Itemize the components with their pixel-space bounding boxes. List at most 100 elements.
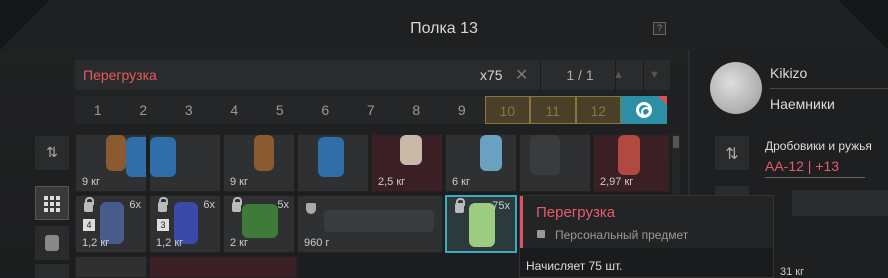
- armor-icon: [150, 137, 176, 177]
- tooltip-subtitle: Персональный предмет: [555, 228, 689, 242]
- item-cell-selected[interactable]: 75x: [445, 195, 517, 253]
- player-name: Kikizo: [770, 65, 808, 81]
- item-weight: 9 кг: [230, 176, 248, 188]
- tab-2[interactable]: 2: [120, 96, 166, 124]
- lock-icon: [84, 197, 94, 212]
- armor-filter-button[interactable]: [35, 226, 69, 260]
- stash-window: Полка 13 ? Перегрузка x75 ✕ 1 / 1 ▲ ▼ 1 …: [0, 0, 888, 278]
- weapon-weight: 31 кг: [780, 266, 805, 278]
- item-cell[interactable]: [297, 134, 369, 192]
- clear-icon[interactable]: ✕: [515, 65, 528, 85]
- item-cell[interactable]: 2,97 кг: [593, 134, 670, 192]
- divider: [643, 60, 644, 90]
- lock-icon: [232, 197, 242, 212]
- tab-12[interactable]: 12: [575, 96, 621, 124]
- divider: [540, 60, 541, 90]
- item-qty: 5x: [277, 199, 289, 211]
- silencer-icon: [324, 210, 434, 232]
- item-cell[interactable]: 960 г: [297, 195, 443, 253]
- item-weight: 1,2 кг: [82, 237, 110, 249]
- tab-9[interactable]: 9: [439, 96, 485, 124]
- armor-icon: [126, 137, 146, 177]
- prev-page-icon[interactable]: ▲: [613, 69, 624, 81]
- tooltip-title: Перегрузка: [536, 204, 616, 221]
- item-cell[interactable]: [75, 256, 147, 278]
- spray-icon: [618, 135, 640, 175]
- help-icon[interactable]: ?: [653, 22, 666, 35]
- grid-view-button[interactable]: [35, 186, 69, 220]
- shield-icon: [306, 203, 316, 214]
- lock-icon: [455, 198, 465, 213]
- tier-badge: 3: [157, 219, 169, 231]
- item-weight: 1,2 кг: [156, 237, 184, 249]
- title-bar: Полка 13 ?: [0, 0, 888, 50]
- shotgun-icon: [792, 190, 888, 216]
- tab-11[interactable]: 11: [530, 96, 576, 124]
- item-cell[interactable]: 9 кг: [223, 134, 295, 192]
- ammo-icon: [254, 135, 274, 171]
- tab-6[interactable]: 6: [302, 96, 348, 124]
- weapon-category: Дробовики и ружья: [765, 139, 872, 153]
- tab-special[interactable]: [621, 96, 667, 124]
- canister-icon: [480, 135, 502, 171]
- divider: [765, 177, 865, 178]
- item-qty: 6x: [129, 199, 141, 211]
- window-title: Полка 13: [410, 20, 478, 37]
- item-cell[interactable]: 9 кг: [75, 134, 147, 192]
- lock-icon: [158, 197, 168, 212]
- item-cell[interactable]: [149, 256, 297, 278]
- scroll-thumb[interactable]: [673, 136, 679, 148]
- item-cell[interactable]: 6 кг: [445, 134, 517, 192]
- item-weight: 960 г: [304, 237, 330, 249]
- search-bar[interactable]: Перегрузка x75 ✕ 1 / 1 ▲ ▼: [75, 60, 670, 90]
- new-marker-icon: [657, 96, 667, 105]
- tooltip-header: Перегрузка Персональный предмет: [520, 196, 773, 248]
- sort-icon: ⇅: [725, 146, 739, 163]
- vest-icon: [45, 235, 59, 251]
- eagle-avatar: [710, 62, 762, 114]
- player-faction: Наемники: [770, 96, 835, 112]
- tier-badge: 4: [83, 219, 95, 231]
- sort-icon: ⇅: [46, 144, 58, 160]
- item-cell[interactable]: 4 6x 1,2 кг: [75, 195, 147, 253]
- item-cell[interactable]: 5x 2 кг: [223, 195, 295, 253]
- grid-icon: [44, 196, 60, 212]
- item-weight: 6 кг: [452, 176, 470, 188]
- item-weight: 2,97 кг: [600, 176, 634, 188]
- item-cell[interactable]: [149, 134, 221, 192]
- tab-3[interactable]: 3: [166, 96, 212, 124]
- page-indicator: 1 / 1: [566, 67, 594, 83]
- tab-10[interactable]: 10: [484, 96, 530, 124]
- weapon-filter-button[interactable]: [35, 264, 69, 278]
- shelf-tabs: 1 2 3 4 5 6 7 8 9 10 11 12: [75, 96, 670, 124]
- item-qty: 75x: [492, 200, 510, 212]
- item-tooltip: Перегрузка Персональный предмет Начисляе…: [519, 195, 774, 278]
- item-cell[interactable]: 2,5 кг: [371, 134, 443, 192]
- item-weight: 9 кг: [82, 176, 100, 188]
- medkit-icon: [242, 204, 278, 238]
- canister-icon: [400, 135, 422, 165]
- item-cell[interactable]: 3 6x 1,2 кг: [149, 195, 221, 253]
- tab-4[interactable]: 4: [211, 96, 257, 124]
- armor-icon: [318, 137, 344, 177]
- tab-1[interactable]: 1: [75, 96, 121, 124]
- search-input[interactable]: Перегрузка: [83, 67, 157, 83]
- next-page-icon[interactable]: ▼: [649, 69, 660, 81]
- tooltip-description: Начисляет 75 шт.: [526, 259, 623, 273]
- sort-button[interactable]: ⇅: [35, 136, 69, 170]
- divider: [770, 88, 888, 89]
- weapon-name: AA-12 | +13: [765, 158, 840, 174]
- lock-icon: [537, 230, 545, 238]
- tab-7[interactable]: 7: [348, 96, 394, 124]
- device-icon: [530, 135, 560, 175]
- target-icon: [636, 102, 652, 118]
- item-weight: 2,5 кг: [378, 176, 406, 188]
- item-qty: 6x: [203, 199, 215, 211]
- ammo-icon: [106, 135, 126, 171]
- sort-button[interactable]: ⇅: [715, 136, 749, 170]
- jar-icon: [469, 203, 495, 247]
- item-cell[interactable]: [519, 134, 591, 192]
- tab-5[interactable]: 5: [257, 96, 303, 124]
- search-count: x75: [480, 67, 503, 83]
- tab-8[interactable]: 8: [393, 96, 439, 124]
